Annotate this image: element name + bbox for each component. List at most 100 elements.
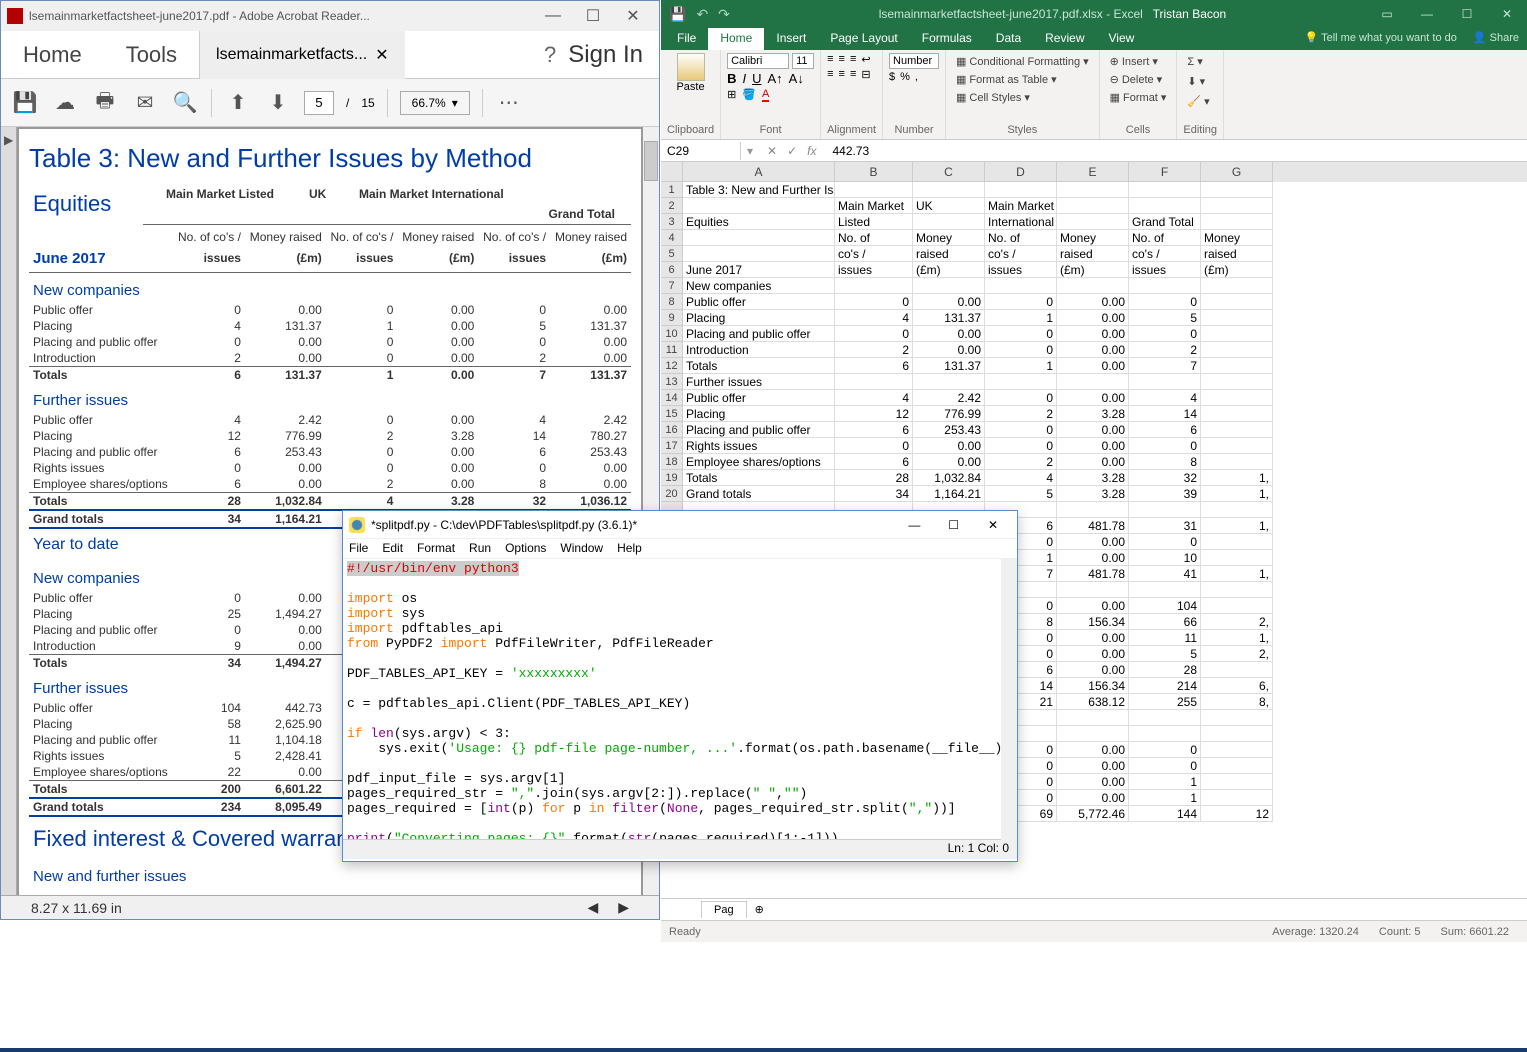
- acrobat-icon: [7, 8, 23, 24]
- number-format-select[interactable]: Number: [889, 53, 939, 69]
- share-button[interactable]: 👤 Share: [1465, 28, 1527, 50]
- italic-button[interactable]: I: [742, 71, 746, 86]
- excel-title: lsemainmarketfactsheet-june2017.pdf.xlsx…: [738, 7, 1367, 21]
- align-mid-icon[interactable]: ≡: [839, 53, 845, 66]
- autosum-button[interactable]: Σ ▾: [1183, 53, 1217, 70]
- sheet-tab[interactable]: Pag: [701, 901, 747, 918]
- menu-file[interactable]: File: [349, 541, 368, 556]
- idle-menubar: File Edit Format Run Options Window Help: [343, 539, 1017, 559]
- save-icon[interactable]: 💾: [11, 89, 39, 117]
- formula-input[interactable]: 442.73: [825, 142, 878, 160]
- font-color-button[interactable]: A: [762, 88, 769, 102]
- formula-bar: C29 ▾ ✕ ✓ fx 442.73: [661, 140, 1527, 162]
- code-editor[interactable]: #!/usr/bin/env python3 import os import …: [343, 559, 1017, 839]
- align-right-icon[interactable]: ≡: [850, 68, 856, 81]
- menu-window[interactable]: Window: [560, 541, 603, 556]
- tab-insert[interactable]: Insert: [764, 28, 818, 50]
- page-up-icon[interactable]: ⬆: [224, 89, 252, 117]
- cloud-icon[interactable]: ☁: [51, 89, 79, 117]
- minimize-button[interactable]: —: [1407, 7, 1447, 21]
- vertical-scrollbar[interactable]: [1001, 559, 1017, 841]
- page-down-icon[interactable]: ⬇: [264, 89, 292, 117]
- acrobat-titlebar[interactable]: lsemainmarketfactsheet-june2017.pdf - Ad…: [1, 1, 659, 31]
- delete-cells-button[interactable]: ⊖ Delete ▾: [1106, 71, 1171, 88]
- menu-help[interactable]: Help: [617, 541, 642, 556]
- tab-document[interactable]: lsemainmarketfacts... ✕: [199, 31, 405, 79]
- scroll-thumb[interactable]: [644, 141, 658, 181]
- font-grow-icon[interactable]: A↑: [768, 71, 783, 86]
- zoom-select[interactable]: 66.7%▾: [400, 91, 470, 115]
- tab-home[interactable]: Home: [1, 28, 104, 82]
- redo-icon[interactable]: ↷: [718, 6, 730, 23]
- close-tab-icon[interactable]: ✕: [375, 45, 388, 65]
- maximize-button[interactable]: ☐: [573, 4, 613, 28]
- acrobat-sidebar[interactable]: ▶: [1, 127, 17, 919]
- search-icon[interactable]: 🔍: [171, 89, 199, 117]
- format-cells-button[interactable]: ▦ Format ▾: [1106, 89, 1171, 106]
- clear-button[interactable]: 🧹 ▾: [1183, 93, 1217, 110]
- print-icon[interactable]: 🖶: [91, 89, 119, 117]
- nav-left-icon[interactable]: ◀: [587, 899, 598, 916]
- enter-formula-icon[interactable]: ✓: [787, 144, 797, 158]
- bold-button[interactable]: B: [727, 71, 736, 86]
- fx-icon[interactable]: fx: [807, 144, 816, 158]
- align-left-icon[interactable]: ≡: [827, 68, 833, 81]
- align-center-icon[interactable]: ≡: [839, 68, 845, 81]
- conditional-formatting-button[interactable]: ▦ Conditional Formatting ▾: [952, 53, 1093, 70]
- save-icon[interactable]: 💾: [669, 6, 686, 23]
- menu-format[interactable]: Format: [417, 541, 455, 556]
- tab-tools[interactable]: Tools: [104, 28, 199, 82]
- merge-icon[interactable]: ⊟: [861, 68, 870, 81]
- close-button[interactable]: ✕: [975, 518, 1011, 532]
- idle-titlebar[interactable]: *splitpdf.py - C:\dev\PDFTables\splitpdf…: [343, 511, 1017, 539]
- tab-home[interactable]: Home: [708, 28, 764, 50]
- more-icon[interactable]: ⋯: [495, 89, 523, 117]
- font-family-select[interactable]: Calibri: [727, 53, 789, 69]
- close-button[interactable]: ✕: [1487, 7, 1527, 21]
- percent-icon[interactable]: %: [900, 71, 910, 83]
- expand-sidebar-icon[interactable]: ▶: [1, 127, 16, 153]
- name-box[interactable]: C29: [661, 142, 741, 160]
- add-sheet-icon[interactable]: ⊕: [747, 903, 772, 916]
- tab-data[interactable]: Data: [984, 28, 1033, 50]
- undo-icon[interactable]: ↶: [696, 6, 708, 23]
- font-shrink-icon[interactable]: A↓: [789, 71, 804, 86]
- idle-statusbar: Ln: 1 Col: 0: [343, 839, 1017, 859]
- page-number-input[interactable]: [304, 91, 334, 115]
- minimize-button[interactable]: —: [533, 4, 573, 28]
- align-bot-icon[interactable]: ≡: [850, 53, 856, 66]
- minimize-button[interactable]: —: [896, 518, 932, 532]
- tab-view[interactable]: View: [1097, 28, 1147, 50]
- email-icon[interactable]: ✉: [131, 89, 159, 117]
- format-as-table-button[interactable]: ▦ Format as Table ▾: [952, 71, 1093, 88]
- tab-file[interactable]: File: [665, 28, 708, 50]
- excel-titlebar[interactable]: 💾 ↶ ↷ lsemainmarketfactsheet-june2017.pd…: [661, 0, 1527, 28]
- border-button[interactable]: ⊞: [727, 88, 736, 102]
- insert-cells-button[interactable]: ⊕ Insert ▾: [1106, 53, 1171, 70]
- cancel-formula-icon[interactable]: ✕: [767, 144, 777, 158]
- comma-icon[interactable]: ,: [915, 71, 918, 83]
- close-button[interactable]: ✕: [613, 4, 653, 28]
- font-size-select[interactable]: 11: [792, 53, 814, 69]
- ribbon-opts-icon[interactable]: ▭: [1367, 7, 1407, 21]
- menu-edit[interactable]: Edit: [382, 541, 403, 556]
- maximize-button[interactable]: ☐: [1447, 7, 1487, 21]
- tab-pagelayout[interactable]: Page Layout: [818, 28, 909, 50]
- align-top-icon[interactable]: ≡: [827, 53, 833, 66]
- underline-button[interactable]: U: [752, 71, 761, 86]
- menu-run[interactable]: Run: [469, 541, 491, 556]
- signin-button[interactable]: Sign In: [568, 41, 643, 69]
- tab-formulas[interactable]: Formulas: [910, 28, 984, 50]
- menu-options[interactable]: Options: [505, 541, 546, 556]
- maximize-button[interactable]: ☐: [936, 518, 972, 532]
- currency-icon[interactable]: $: [889, 71, 895, 83]
- paste-button[interactable]: Paste: [667, 53, 714, 93]
- nav-right-icon[interactable]: ▶: [618, 899, 629, 916]
- tab-review[interactable]: Review: [1033, 28, 1096, 50]
- fill-color-button[interactable]: 🪣: [742, 88, 756, 102]
- help-icon[interactable]: ?: [544, 42, 556, 68]
- fill-button[interactable]: ⬇ ▾: [1183, 73, 1217, 90]
- wrap-text-icon[interactable]: ↩: [861, 53, 870, 66]
- tell-me-input[interactable]: 💡 Tell me what you want to do: [1297, 28, 1465, 50]
- cell-styles-button[interactable]: ▦ Cell Styles ▾: [952, 89, 1093, 106]
